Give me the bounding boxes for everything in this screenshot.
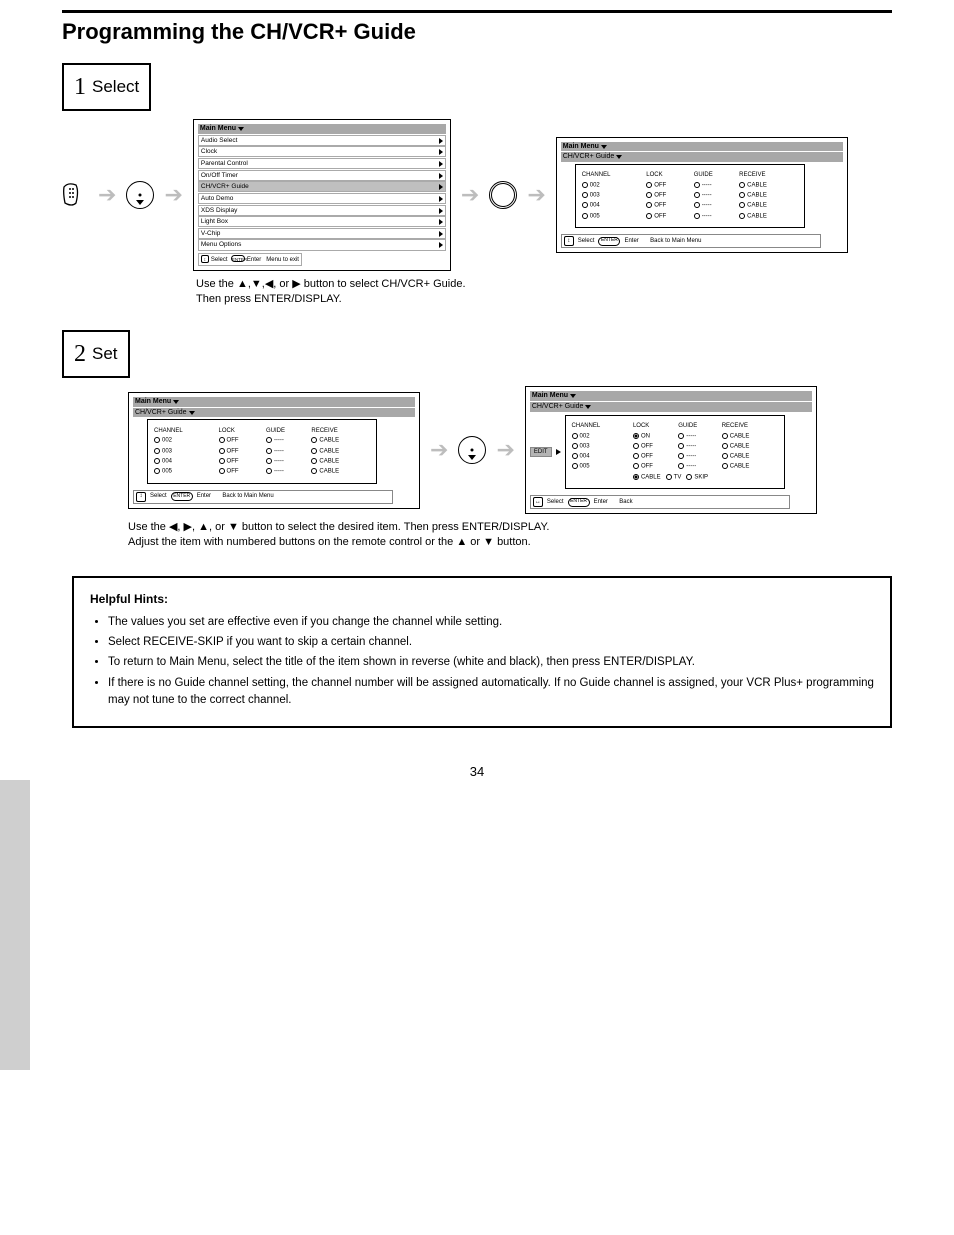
hint-item: To return to Main Menu, select the title…	[108, 654, 874, 671]
step-1-caption: Use the ▲,▼,◀, or ▶ button to select CH/…	[196, 277, 892, 307]
enter-button-icon	[489, 181, 517, 209]
arrow-icon: ➔	[98, 182, 116, 208]
page-title: Programming the CH/VCR+ Guide	[62, 19, 892, 45]
helpful-hints-box: Helpful Hints: The values you set are ef…	[72, 576, 892, 728]
divider	[62, 10, 892, 13]
step-2-box: 2 Set	[62, 330, 130, 378]
direction-button-icon	[458, 436, 486, 464]
main-menu-screen: Main Menu Audio Select Clock Parental Co…	[193, 119, 451, 271]
step-1-number: 1	[74, 74, 86, 101]
step-1-box: 1 Select	[62, 63, 151, 111]
hint-item: If there is no Guide channel setting, th…	[108, 675, 874, 710]
hint-item: The values you set are effective even if…	[108, 614, 874, 631]
step-2-number: 2	[74, 341, 86, 368]
menu-title: Main Menu	[200, 125, 236, 132]
remote-icon	[62, 183, 88, 207]
arrow-icon: ➔	[461, 182, 479, 208]
hints-heading: Helpful Hints:	[90, 590, 874, 608]
step-2-flow: Main Menu CH/VCR+ Guide CHANNELLOCKGUIDE…	[128, 386, 892, 514]
arrow-icon: ➔	[496, 437, 514, 463]
arrow-icon: ➔	[527, 182, 545, 208]
arrow-icon: ➔	[430, 437, 448, 463]
step-2-label: Set	[92, 344, 118, 364]
arrow-right-icon	[556, 449, 561, 455]
direction-button-icon	[126, 181, 154, 209]
guide-table: CHANNEL LOCK GUIDE RECEIVE 002OFF-----CA…	[575, 164, 805, 228]
guide-screen: Main Menu CH/VCR+ Guide CHANNEL LOCK GUI…	[556, 137, 848, 254]
hint-item: Select RECEIVE-SKIP if you want to skip …	[108, 634, 874, 651]
step-1-flow: ➔ ➔ Main Menu Audio Select Clock Parenta…	[62, 119, 892, 271]
arrow-icon: ➔	[164, 182, 182, 208]
step-2-caption: Use the ◀, ▶, ▲, or ▼ button to select t…	[128, 520, 892, 550]
guide-footer: ↕Select ENTEREnter Back to Main Menu	[561, 234, 821, 248]
step-1-label: Select	[92, 77, 139, 97]
guide-screen-right: Main Menu CH/VCR+ Guide EDIT CHANNELLOCK…	[525, 386, 817, 514]
edit-button: EDIT	[530, 447, 552, 458]
guide-screen-left: Main Menu CH/VCR+ Guide CHANNELLOCKGUIDE…	[128, 392, 420, 509]
side-tab: TV Operation	[0, 780, 30, 1070]
page-number: 34	[62, 764, 892, 779]
